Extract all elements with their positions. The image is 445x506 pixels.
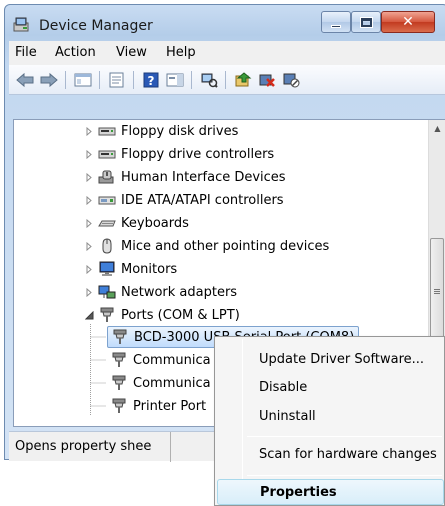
maximize-button[interactable]	[351, 11, 381, 33]
expand-arrow-icon[interactable]	[85, 219, 94, 228]
maximize-icon	[359, 16, 373, 28]
tree-item-label: Communica	[133, 375, 211, 391]
toolbar-separator	[225, 71, 226, 89]
update-driver-icon[interactable]	[233, 70, 253, 90]
title-bar[interactable]: Device Manager ✕	[5, 5, 445, 41]
toolbar-separator	[65, 71, 66, 89]
grip-icon	[434, 289, 440, 290]
context-menu-separator	[247, 475, 442, 476]
mouse-icon	[98, 238, 116, 254]
status-text: Opens property shee	[9, 432, 171, 462]
scan-hardware-icon[interactable]	[199, 70, 219, 90]
expand-arrow-icon[interactable]	[85, 127, 94, 136]
properties-menu-item[interactable]: Properties	[217, 479, 444, 505]
menu-action[interactable]: Action	[55, 45, 96, 60]
port-icon	[111, 329, 129, 345]
tree-item-human-interface-devices[interactable]: Human Interface Devices	[98, 166, 286, 188]
floppy-drive-icon	[98, 123, 116, 139]
disable-menu-item[interactable]: Disable	[217, 374, 444, 400]
close-icon: ✕	[402, 14, 414, 30]
tree-item-mice[interactable]: Mice and other pointing devices	[98, 235, 329, 257]
tree-item-label: Floppy drive controllers	[121, 146, 275, 162]
forward-arrow-icon[interactable]	[39, 70, 59, 90]
device-manager-icon	[13, 17, 31, 33]
toolbar-separator	[99, 71, 100, 89]
ide-controller-icon	[98, 192, 116, 208]
tree-item-label: Keyboards	[121, 215, 189, 231]
action-pane-icon[interactable]	[165, 70, 185, 90]
expand-arrow-icon[interactable]	[85, 265, 94, 274]
menu-bar: File Action View Help	[9, 41, 445, 65]
menu-help[interactable]: Help	[166, 45, 196, 60]
toolbar-separator	[191, 71, 192, 89]
tree-item-label: Floppy disk drives	[121, 123, 239, 139]
hid-icon	[98, 169, 116, 185]
uninstall-menu-item[interactable]: Uninstall	[217, 403, 444, 429]
floppy-controller-icon	[98, 146, 116, 162]
tree-item-label: Communica	[133, 352, 211, 368]
context-menu: Update Driver Software... Disable Uninst…	[214, 336, 445, 506]
window-title: Device Manager	[39, 18, 153, 34]
expand-arrow-icon[interactable]	[85, 173, 94, 182]
port-icon	[110, 352, 128, 368]
expand-arrow-icon[interactable]	[85, 288, 94, 297]
scroll-thumb[interactable]	[430, 238, 444, 348]
back-arrow-icon[interactable]	[15, 70, 35, 90]
minimize-icon	[331, 24, 341, 28]
tree-item-communications-port-2[interactable]: Communica	[110, 372, 211, 394]
properties-icon[interactable]	[107, 70, 127, 90]
context-menu-separator	[247, 436, 442, 437]
tree-item-keyboards[interactable]: Keyboards	[98, 212, 189, 234]
tree-item-ports[interactable]: Ports (COM & LPT)	[98, 304, 240, 326]
port-icon	[110, 398, 128, 414]
expand-arrow-icon[interactable]	[85, 242, 94, 251]
tree-item-label: IDE ATA/ATAPI controllers	[121, 192, 284, 208]
uninstall-icon[interactable]	[257, 70, 277, 90]
menu-file[interactable]: File	[15, 45, 37, 60]
toolbar-separator	[133, 71, 134, 89]
tree-item-ide-ata-atapi-controllers[interactable]: IDE ATA/ATAPI controllers	[98, 189, 284, 211]
tree-item-label: Ports (COM & LPT)	[121, 307, 240, 323]
help-icon[interactable]: ?	[141, 70, 161, 90]
update-driver-software-menu-item[interactable]: Update Driver Software...	[217, 346, 444, 372]
tree-item-printer-port[interactable]: Printer Port	[110, 395, 206, 417]
monitor-icon	[98, 261, 116, 277]
tree-item-label: Monitors	[121, 261, 178, 277]
tree-item-label: Mice and other pointing devices	[121, 238, 330, 254]
expand-arrow-icon[interactable]	[85, 150, 94, 159]
toolbar: ?	[9, 65, 445, 95]
svg-text:?: ?	[148, 74, 155, 88]
tree-item-label: Human Interface Devices	[121, 169, 286, 185]
collapse-arrow-icon[interactable]	[85, 311, 94, 320]
port-icon	[98, 307, 116, 323]
minimize-button[interactable]	[321, 11, 351, 33]
tree-item-monitors[interactable]: Monitors	[98, 258, 177, 280]
close-button[interactable]: ✕	[381, 11, 435, 33]
tree-item-communications-port-1[interactable]: Communica	[110, 349, 211, 371]
network-adapter-icon	[98, 284, 116, 300]
expand-arrow-icon[interactable]	[85, 196, 94, 205]
scroll-up-arrow-icon[interactable]: ▲	[429, 120, 445, 137]
menu-view[interactable]: View	[116, 45, 147, 60]
tree-item-label: Network adapters	[121, 284, 238, 300]
disable-icon[interactable]	[281, 70, 301, 90]
tree-item-label: Printer Port	[133, 398, 207, 414]
tree-item-network-adapters[interactable]: Network adapters	[98, 281, 237, 303]
tree-item-floppy-disk-drives[interactable]: Floppy disk drives	[98, 120, 238, 142]
keyboard-icon	[98, 215, 116, 231]
scan-for-hardware-changes-menu-item[interactable]: Scan for hardware changes	[217, 441, 444, 467]
port-icon	[110, 375, 128, 391]
tree-item-floppy-drive-controllers[interactable]: Floppy drive controllers	[98, 143, 274, 165]
show-hide-tree-icon[interactable]	[73, 70, 93, 90]
